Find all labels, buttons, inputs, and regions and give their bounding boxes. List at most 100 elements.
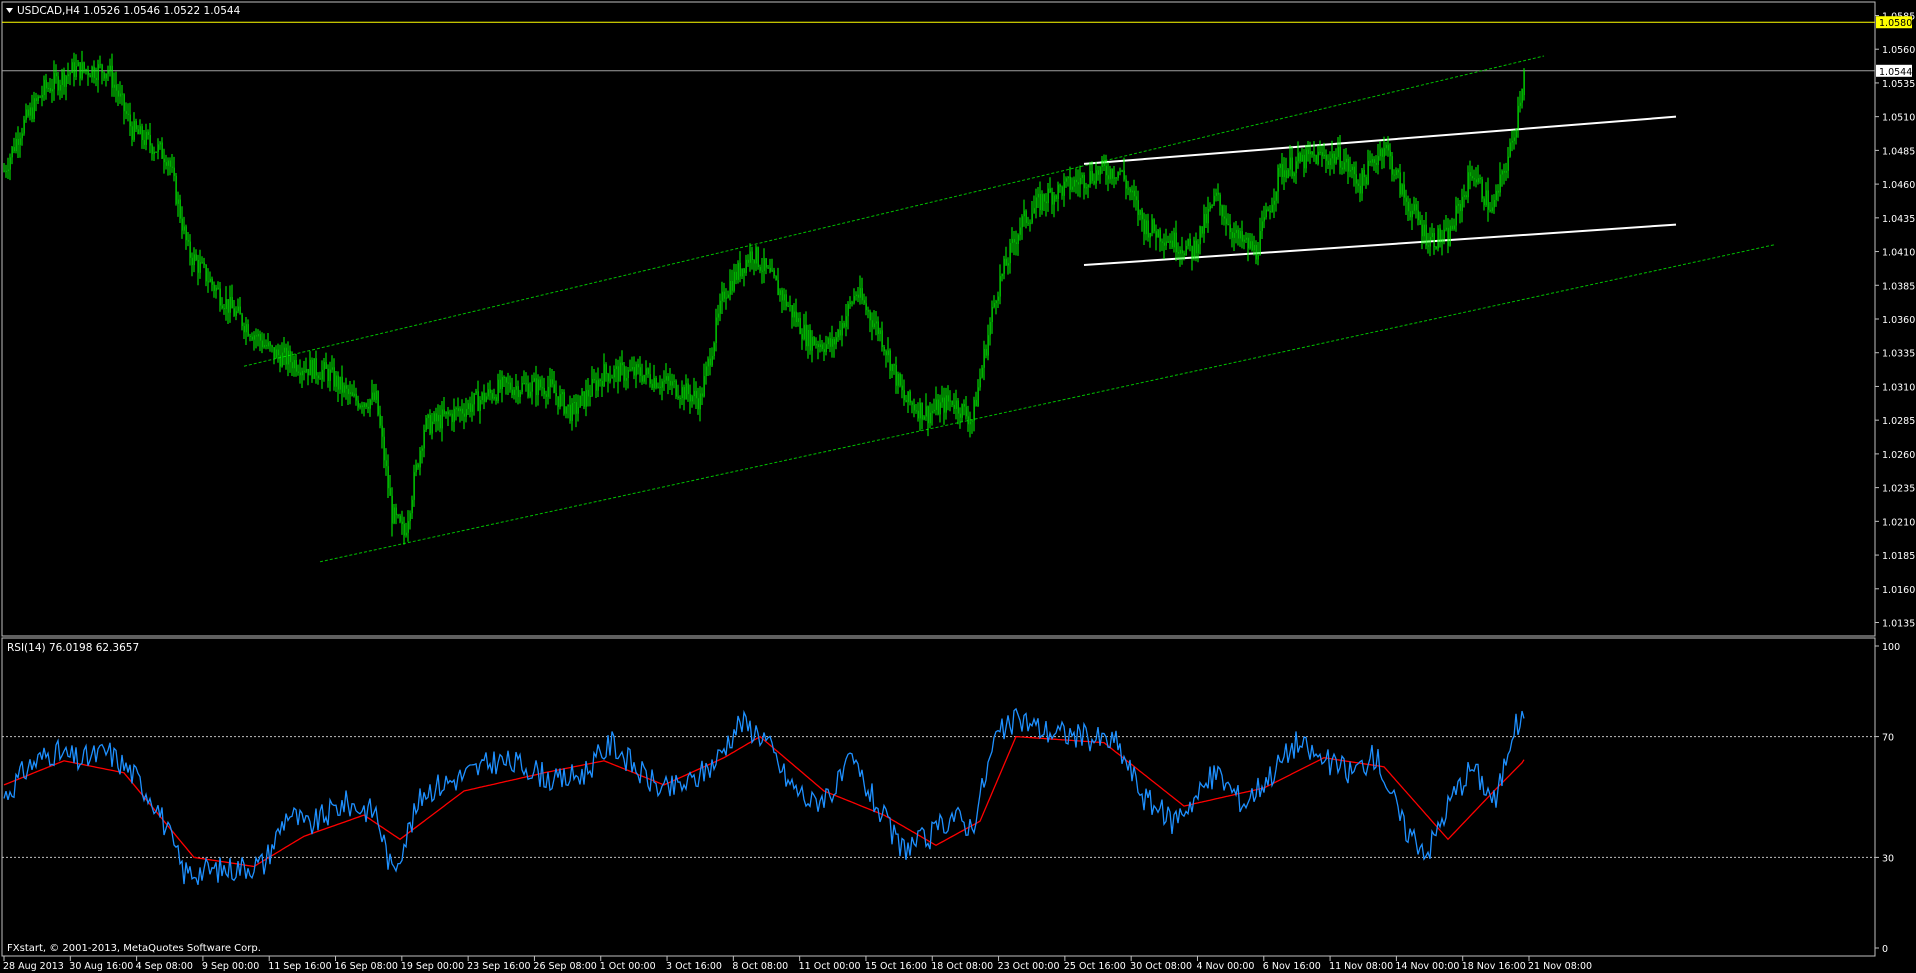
candle-body [875,321,877,324]
candle-body [571,403,573,421]
candle-body [343,385,345,393]
candle-body [483,392,485,402]
candle-body [1461,196,1463,212]
rsi-tick-label: 70 [1882,733,1894,744]
candle-body [351,392,353,396]
candle-body [605,364,607,374]
candle-body [1273,200,1275,205]
candle-body [101,64,103,73]
candle-body [755,247,757,264]
candle-body [157,144,159,152]
candle-body [1329,158,1331,165]
candle-body [485,396,487,402]
candle-body [913,404,915,411]
candle-body [237,306,239,312]
candle-body [865,303,867,311]
chart-canvas[interactable]: 1.05851.05601.05351.05101.04851.04601.04… [0,0,1916,973]
candle-body [1027,222,1029,224]
candle-body [429,414,431,434]
candle-body [1277,167,1279,192]
candle-body [1309,151,1311,155]
candle-body [1287,169,1289,178]
candle-body [9,157,11,170]
candle-body [1187,238,1189,246]
candle-body [1097,170,1099,175]
candle-body [509,382,511,390]
candle-body [623,365,625,381]
candle-body [513,389,515,396]
candle-body [975,399,977,407]
candle-body [701,393,703,397]
candle-body [525,383,527,385]
candle-body [897,373,899,386]
candle-body [943,397,945,413]
candle-body [153,152,155,155]
candle-body [165,162,167,166]
price-tick-label: 1.0560 [1882,45,1915,56]
candle-body [917,410,919,419]
candle-body [1165,241,1167,246]
candle-body [1189,238,1191,247]
candle-body [1403,184,1405,198]
candle-body [1411,210,1413,218]
candle [313,358,315,380]
candle-body [1213,195,1215,205]
candle-body [233,308,235,317]
candle-body [1095,170,1097,184]
candle-body [1221,205,1223,217]
candle-body [321,369,323,380]
candle-body [1299,153,1301,162]
candle-body [879,330,881,334]
candle-body [535,378,537,396]
candle-body [739,262,741,277]
candle [813,336,815,346]
candle-body [3,170,5,172]
candle-body [1203,214,1205,234]
candle-body [529,391,531,397]
candle-body [1301,154,1303,162]
candle-body [809,329,811,351]
candle-body [799,318,801,335]
candle-body [1325,154,1327,161]
candle-body [467,403,469,410]
candle-body [1145,220,1147,235]
time-tick-label: 14 Nov 00:00 [1395,961,1459,972]
candle-body [1049,188,1051,193]
candle-body [309,359,311,376]
candle-body [693,390,695,397]
candle-body [1079,177,1081,185]
candle [1315,154,1317,165]
candle-body [1185,245,1187,256]
candle-body [261,340,263,348]
candle-body [1499,174,1501,193]
candle-body [469,403,471,412]
candle-body [1147,220,1149,238]
candle-body [1157,229,1159,238]
time-tick-label: 28 Aug 2013 [3,961,64,972]
candle-body [1271,204,1273,213]
candle-body [1371,159,1373,163]
candle-body [387,466,389,489]
candle-body [675,380,677,397]
candle-body [861,288,863,301]
candle-body [835,337,837,345]
candle-body [1377,156,1379,165]
candle-body [665,376,667,381]
candle-body [1175,232,1177,253]
candle-body [629,369,631,371]
candle-body [1035,197,1037,209]
candle-body [313,358,315,379]
candle-body [481,392,483,401]
candle-body [371,392,373,400]
candle-body [311,359,313,379]
candle-body [249,335,251,337]
candle-body [1281,164,1283,178]
candle-body [1455,205,1457,226]
candle-body [235,311,237,317]
candle-body [1315,154,1317,165]
candle-body [177,199,179,204]
candle-body [105,73,107,79]
candle-body [175,175,177,204]
candle-body [1121,170,1123,172]
candle-body [915,410,917,412]
